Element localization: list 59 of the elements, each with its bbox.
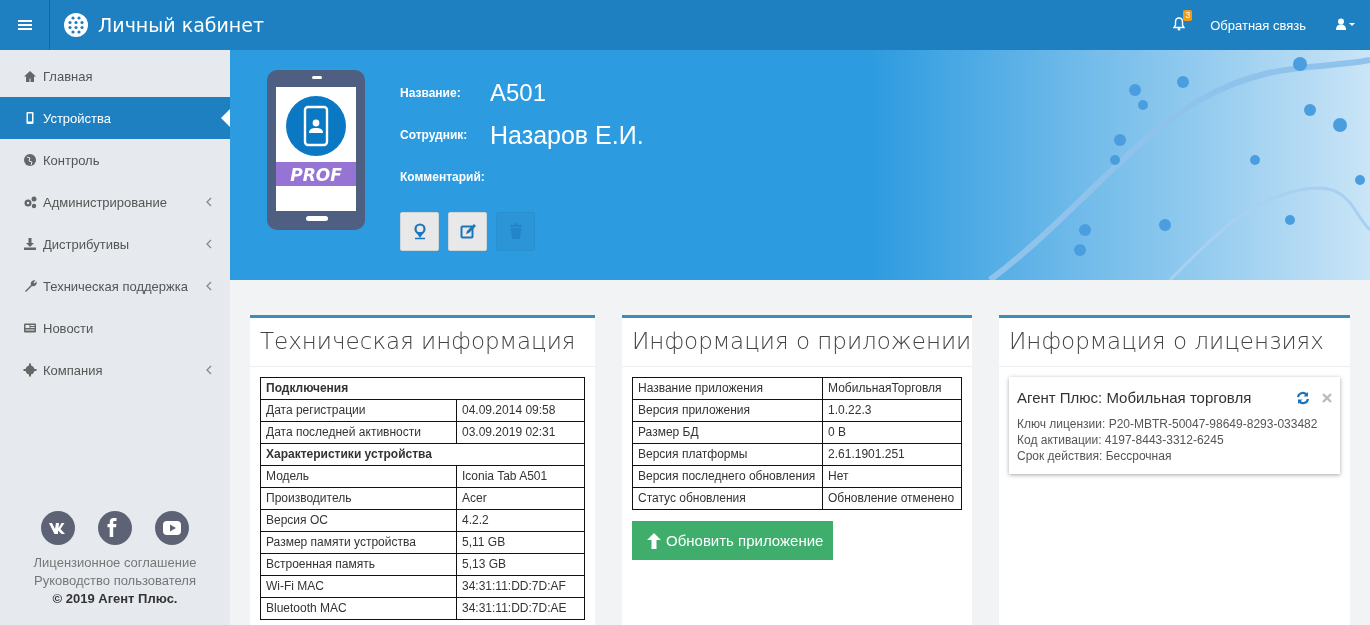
- table-cell: Нет: [822, 465, 962, 488]
- sidebar-item[interactable]: Компания: [0, 349, 230, 391]
- table-cell: 4.2.2: [456, 509, 585, 532]
- table-cell: Версия платформы: [632, 443, 823, 466]
- table-cell: Размер БД: [632, 421, 823, 444]
- tablet-prof-drawing: PROF: [267, 70, 365, 230]
- table-cell: Версия последнего обновления: [632, 465, 823, 488]
- table-cell: Версия приложения: [632, 399, 823, 422]
- field-value: A501: [490, 79, 547, 107]
- table-cell: 34:31:11:DD:7D:AE: [456, 597, 585, 620]
- table-cell: Дата последней активности: [260, 421, 457, 444]
- table-cell: Обновление отменено: [822, 487, 962, 510]
- section-header-cell: Подключения: [260, 377, 585, 400]
- license-detail: Код активации: 4197-8443-3312-6245: [1017, 432, 1225, 448]
- field-label: Комментарий:: [400, 170, 486, 184]
- notification-count: 3: [1183, 10, 1193, 21]
- table-cell: Acer: [456, 487, 585, 510]
- sidebar-item[interactable]: Главная: [0, 55, 230, 97]
- field-label: Сотрудник:: [400, 128, 469, 142]
- field-value: Назаров Е.И.: [490, 120, 644, 150]
- table-cell: Модель: [260, 465, 457, 488]
- table-cell: Bluetooth MAC: [260, 597, 457, 620]
- table-cell: Дата регистрации: [260, 399, 457, 422]
- copyright-text: © 2019 Агент Плюс.: [52, 590, 178, 608]
- table-cell: 2.61.1901.251: [822, 443, 962, 466]
- sidebar-item[interactable]: Устройства: [0, 97, 230, 139]
- table-cell: Название приложения: [632, 377, 823, 400]
- table-cell: 03.09.2019 02:31: [456, 421, 585, 444]
- table-cell: МобильнаяТорговля: [822, 377, 962, 400]
- sidebar-item[interactable]: Новости: [0, 307, 230, 349]
- table-cell: 1.0.22.3: [822, 399, 962, 422]
- table-cell: 34:31:11:DD:7D:AF: [456, 575, 585, 598]
- table-cell: Размер памяти устройства: [260, 531, 457, 554]
- sidebar-item[interactable]: Техническая поддержка: [0, 265, 230, 307]
- table-cell: Iconia Tab A501: [456, 465, 585, 488]
- table-cell: 04.09.2014 09:58: [456, 399, 585, 422]
- license-name: Агент Плюс: Мобильная торговля: [1017, 389, 1253, 406]
- sidebar-item[interactable]: Контроль: [0, 139, 230, 181]
- license-detail: Срок действия: Бессрочная: [1017, 448, 1173, 464]
- section-header-cell: Характеристики устройства: [260, 443, 585, 466]
- table-cell: Статус обновления: [632, 487, 823, 510]
- table-cell: 0 B: [822, 421, 962, 444]
- table-cell: Wi-Fi MAC: [260, 575, 457, 598]
- table-cell: Встроенная память: [260, 553, 457, 576]
- sidebar-item[interactable]: Дистрибутивы: [0, 223, 230, 265]
- footer-link[interactable]: Лицензионное соглашение: [33, 554, 197, 572]
- sidebar-item[interactable]: Администрирование: [0, 181, 230, 223]
- card-title: Информация о приложении: [622, 318, 972, 367]
- app-title: Личный кабинет: [98, 14, 265, 36]
- table-cell: Версия ОС: [260, 509, 457, 532]
- feedback-link[interactable]: Обратная связь: [1210, 17, 1306, 33]
- card-title: Информация о лицензиях: [999, 318, 1350, 367]
- table-cell: Производитель: [260, 487, 457, 510]
- table-cell: 5,13 GB: [456, 553, 585, 576]
- license-detail: Ключ лицензии: P20-MBTR-50047-98649-8293-033482: [1017, 416, 1319, 432]
- card-title: Техническая информация: [250, 318, 595, 367]
- footer-link[interactable]: Руководство пользователя: [34, 572, 196, 590]
- table-cell: 5,11 GB: [456, 531, 585, 554]
- field-label: Название:: [400, 86, 462, 100]
